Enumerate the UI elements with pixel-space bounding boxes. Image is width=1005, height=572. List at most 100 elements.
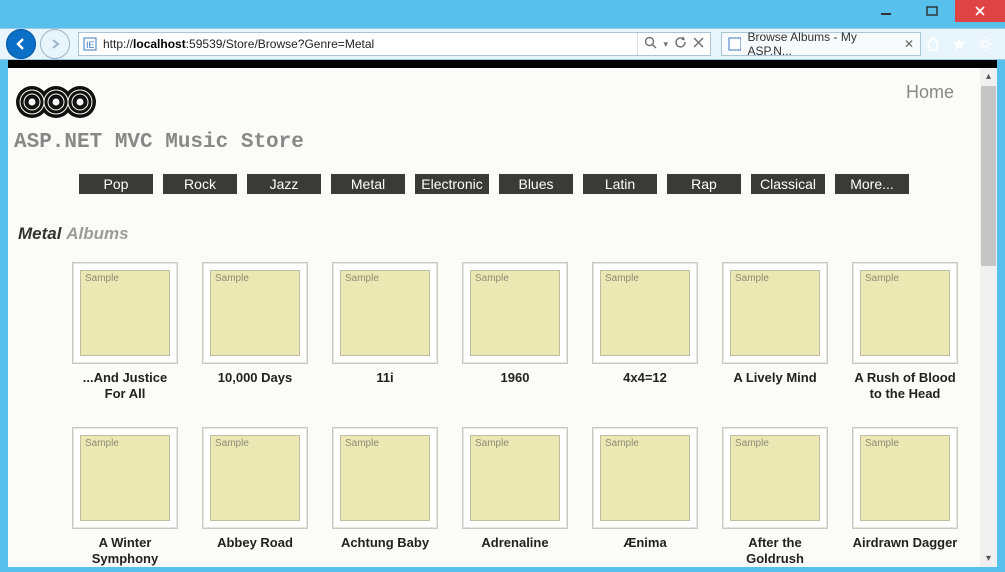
genre-blues[interactable]: Blues bbox=[499, 174, 573, 194]
window-close-button[interactable] bbox=[955, 0, 1005, 22]
album-cover[interactable]: Sample bbox=[722, 262, 828, 364]
site-title: ASP.NET MVC Music Store bbox=[14, 131, 980, 154]
album-item[interactable]: Sample ...And Justice For All bbox=[72, 262, 178, 403]
window-chrome: IE http://localhost:59539/Store/Browse?G… bbox=[0, 0, 1005, 572]
genre-pop[interactable]: Pop bbox=[79, 174, 153, 194]
album-item[interactable]: Sample Achtung Baby bbox=[332, 427, 438, 568]
album-title: Airdrawn Dagger bbox=[852, 535, 958, 551]
album-title: 11i bbox=[332, 370, 438, 386]
stop-icon[interactable] bbox=[693, 37, 704, 51]
genre-latin[interactable]: Latin bbox=[583, 174, 657, 194]
back-button[interactable] bbox=[6, 29, 36, 59]
album-cover[interactable]: Sample bbox=[72, 262, 178, 364]
sample-label: Sample bbox=[605, 438, 639, 449]
album-title: 10,000 Days bbox=[202, 370, 308, 386]
refresh-icon[interactable] bbox=[674, 36, 687, 52]
tab-strip: Browse Albums - My ASP.N... ✕ bbox=[721, 32, 921, 56]
genre-electronic[interactable]: Electronic bbox=[415, 174, 489, 194]
sample-label: Sample bbox=[85, 273, 119, 284]
search-icon[interactable] bbox=[644, 36, 657, 52]
tab-title: Browse Albums - My ASP.N... bbox=[747, 30, 897, 58]
site-logo[interactable] bbox=[14, 80, 98, 127]
album-item[interactable]: Sample 10,000 Days bbox=[202, 262, 308, 403]
browser-right-icons bbox=[925, 36, 999, 52]
album-item[interactable]: Sample Airdrawn Dagger bbox=[852, 427, 958, 568]
album-title: ...And Justice For All bbox=[72, 370, 178, 403]
album-item[interactable]: SampleAdrenaline bbox=[462, 427, 568, 568]
window-maximize-button[interactable] bbox=[909, 0, 955, 22]
album-title: 1960 bbox=[462, 370, 568, 386]
album-cover[interactable]: Sample bbox=[462, 262, 568, 364]
sample-label: Sample bbox=[85, 438, 119, 449]
page-content: Home ASP.NET MVC Music Store Pop Rock Jazz… bbox=[8, 60, 997, 567]
album-cover[interactable]: Sample bbox=[852, 427, 958, 529]
album-cover[interactable]: Sample bbox=[72, 427, 178, 529]
sample-label: Sample bbox=[865, 438, 899, 449]
star-icon[interactable] bbox=[951, 36, 967, 52]
forward-button[interactable] bbox=[40, 29, 70, 59]
album-item[interactable]: Sample A Lively Mind bbox=[722, 262, 828, 403]
sample-label: Sample bbox=[605, 273, 639, 284]
sample-label: Sample bbox=[865, 273, 899, 284]
header-row: Home bbox=[8, 68, 980, 127]
tab-close-icon[interactable]: ✕ bbox=[904, 37, 914, 51]
url-text[interactable]: http://localhost:59539/Store/Browse?Genr… bbox=[101, 37, 637, 51]
album-title: Achtung Baby bbox=[332, 535, 438, 551]
gear-icon[interactable] bbox=[977, 36, 993, 52]
genre-metal[interactable]: Metal bbox=[331, 174, 405, 194]
album-cover[interactable]: Sample bbox=[592, 427, 698, 529]
home-icon[interactable] bbox=[925, 36, 941, 52]
genre-more[interactable]: More... bbox=[835, 174, 909, 194]
dropdown-icon[interactable]: ▾ bbox=[663, 39, 668, 50]
scroll-thumb[interactable] bbox=[981, 86, 996, 266]
album-cover[interactable]: Sample bbox=[462, 427, 568, 529]
genre-rock[interactable]: Rock bbox=[163, 174, 237, 194]
scroll-up-arrow[interactable]: ▴ bbox=[980, 68, 997, 85]
sample-label: Sample bbox=[215, 273, 249, 284]
url-host: localhost bbox=[133, 37, 186, 51]
scroll-down-arrow[interactable]: ▾ bbox=[980, 550, 997, 567]
page-heading: Metal Albums bbox=[18, 224, 980, 244]
album-title: A Rush of Blood to the Head bbox=[852, 370, 958, 403]
album-grid: Sample ...And Justice For All Sample 10,000… bbox=[8, 262, 980, 567]
genre-jazz[interactable]: Jazz bbox=[247, 174, 321, 194]
vertical-scrollbar[interactable]: ▴ ▾ bbox=[980, 68, 997, 567]
album-cover[interactable]: Sample bbox=[332, 262, 438, 364]
album-item[interactable]: Sample Ænima bbox=[592, 427, 698, 568]
sample-label: Sample bbox=[215, 438, 249, 449]
album-cover[interactable]: Sample bbox=[332, 427, 438, 529]
browser-tab[interactable]: Browse Albums - My ASP.N... ✕ bbox=[721, 32, 921, 56]
url-path: /Store/Browse?Genre=Metal bbox=[222, 37, 374, 51]
home-link[interactable]: Home bbox=[906, 82, 966, 103]
sample-label: Sample bbox=[345, 438, 379, 449]
album-title: A Lively Mind bbox=[722, 370, 828, 386]
album-item[interactable]: Sample A Rush of Blood to the Head bbox=[852, 262, 958, 403]
album-item[interactable]: Sample Abbey Road bbox=[202, 427, 308, 568]
window-minimize-button[interactable] bbox=[863, 0, 909, 22]
browser-toolbar: IE http://localhost:59539/Store/Browse?G… bbox=[0, 28, 1005, 60]
album-title: Ænima bbox=[592, 535, 698, 551]
url-port: :59539 bbox=[186, 37, 223, 51]
sample-label: Sample bbox=[475, 273, 509, 284]
album-cover[interactable]: Sample bbox=[852, 262, 958, 364]
sample-label: Sample bbox=[345, 273, 379, 284]
svg-text:IE: IE bbox=[86, 40, 95, 50]
album-item[interactable]: Sample 1960 bbox=[462, 262, 568, 403]
page-favicon: IE bbox=[79, 37, 101, 51]
sample-label: Sample bbox=[735, 273, 769, 284]
album-cover[interactable]: Sample bbox=[722, 427, 828, 529]
album-item[interactable]: Sample4x4=12 bbox=[592, 262, 698, 403]
scroll-viewport: Home ASP.NET MVC Music Store Pop Rock Jazz… bbox=[8, 68, 980, 567]
album-cover[interactable]: Sample bbox=[202, 427, 308, 529]
album-title: Abbey Road bbox=[202, 535, 308, 551]
album-item[interactable]: SampleAfter the Goldrush bbox=[722, 427, 828, 568]
genre-nav: Pop Rock Jazz Metal Electronic Blues Latin Rap C… bbox=[8, 174, 980, 194]
titlebar[interactable] bbox=[0, 0, 1005, 28]
album-item[interactable]: Sample 11i bbox=[332, 262, 438, 403]
address-bar[interactable]: IE http://localhost:59539/Store/Browse?G… bbox=[78, 32, 711, 56]
album-cover[interactable]: Sample bbox=[592, 262, 698, 364]
genre-rap[interactable]: Rap bbox=[667, 174, 741, 194]
genre-classical[interactable]: Classical bbox=[751, 174, 825, 194]
album-item[interactable]: SampleA Winter Symphony bbox=[72, 427, 178, 568]
album-cover[interactable]: Sample bbox=[202, 262, 308, 364]
